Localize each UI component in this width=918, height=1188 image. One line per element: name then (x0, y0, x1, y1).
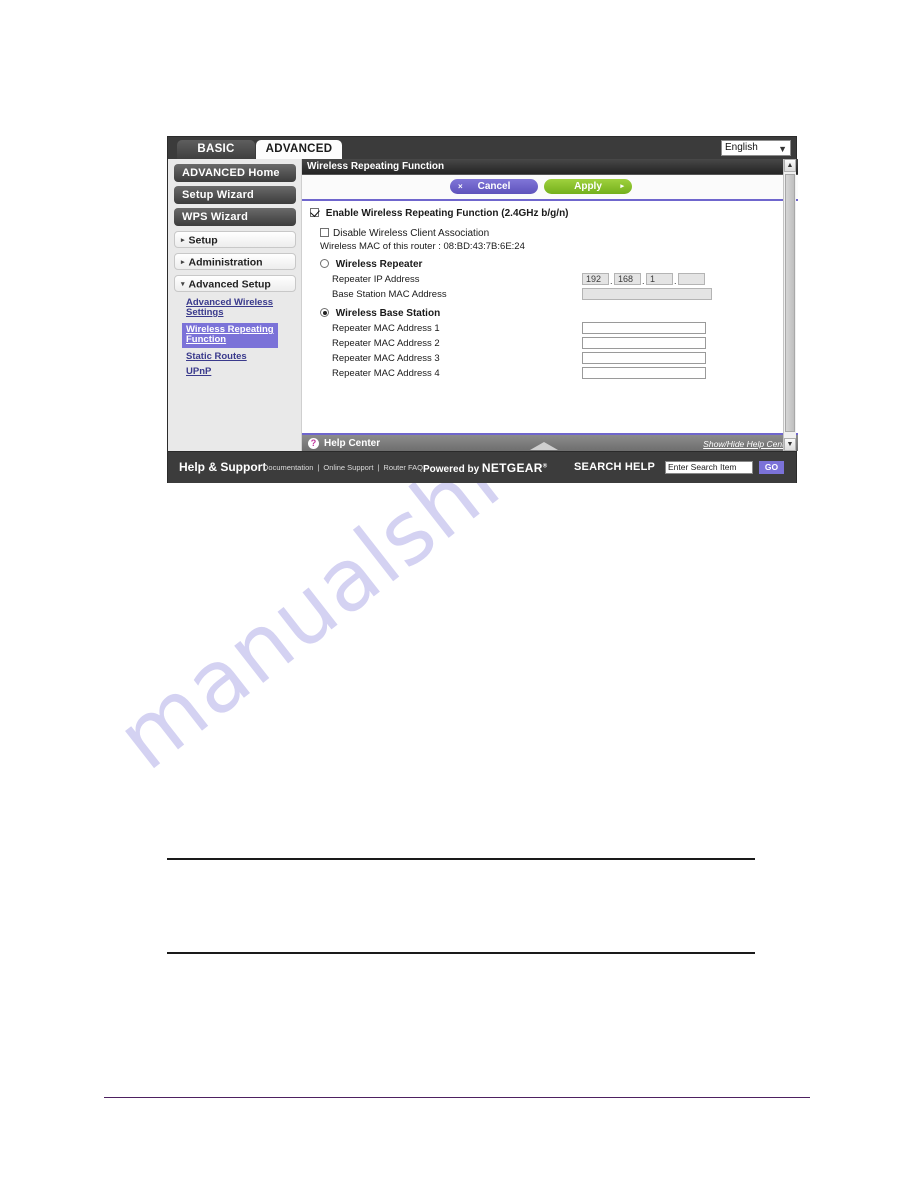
horizontal-rule-top (167, 858, 755, 860)
sidebar-group-advanced-setup-label: Advanced Setup (188, 278, 271, 291)
enable-repeating-label: Enable Wireless Repeating Function (2.4G… (325, 208, 569, 219)
base-station-mac-row: Base Station MAC Address (310, 287, 798, 302)
repeater-mac-2-input[interactable] (582, 337, 706, 349)
repeater-mac-row: Repeater MAC Address 1 (310, 321, 798, 336)
ui-body: ADVANCED Home Setup Wizard WPS Wizard ▸ S… (168, 159, 798, 451)
sidebar-subnav: Advanced Wireless Settings Wireless Repe… (168, 298, 301, 377)
arrow-right-icon: ▸ (620, 183, 624, 190)
netgear-brand: NETGEAR (481, 461, 543, 475)
repeater-mac-row: Repeater MAC Address 2 (310, 336, 798, 351)
sidebar-item-upnp[interactable]: UPnP (186, 367, 282, 377)
footer-link-router-faq[interactable]: Router FAQ (381, 463, 425, 472)
sidebar-group-administration[interactable]: ▸ Administration (174, 253, 296, 270)
wireless-repeater-label: Wireless Repeater (335, 259, 423, 270)
repeater-mac-1-label: Repeater MAC Address 1 (332, 323, 440, 334)
repeater-mac-3-input[interactable] (582, 352, 706, 364)
sidebar-group-setup-label: Setup (188, 234, 218, 247)
help-center-bar[interactable]: ? Help Center Show/Hide Help Center (302, 433, 798, 451)
search-input[interactable]: Enter Search Item (665, 461, 753, 474)
content-scrollbar[interactable]: ▲ ▼ (783, 159, 796, 451)
sidebar: ADVANCED Home Setup Wizard WPS Wizard ▸ S… (168, 159, 302, 451)
help-center-label: Help Center (324, 438, 381, 449)
question-mark-icon: ? (308, 438, 319, 449)
disable-client-row: Disable Wireless Client Association (310, 228, 798, 239)
panel-title: Wireless Repeating Function (302, 159, 798, 175)
enable-repeating-row: Enable Wireless Repeating Function (2.4G… (310, 208, 798, 219)
sidebar-item-advanced-wireless-settings[interactable]: Advanced Wireless Settings (186, 298, 282, 318)
base-station-mac-input[interactable] (582, 288, 712, 300)
language-select[interactable]: English ▼ (721, 140, 791, 156)
chevron-down-icon: ▼ (778, 144, 787, 154)
wireless-repeater-radio[interactable] (320, 259, 329, 268)
repeater-ip-octet-1[interactable]: 192 (582, 273, 609, 285)
repeater-ip-octet-4[interactable] (678, 273, 705, 285)
sidebar-group-advanced-setup[interactable]: ▾ Advanced Setup (174, 275, 296, 292)
language-select-value: English (725, 142, 758, 153)
repeater-ip-row: Repeater IP Address 192 . 168 . 1 . (310, 272, 798, 287)
wireless-repeater-row: Wireless Repeater (310, 259, 798, 270)
repeater-mac-row: Repeater MAC Address 4 (310, 366, 798, 381)
disable-client-association-label: Disable Wireless Client Association (333, 228, 490, 239)
sidebar-item-setup-wizard[interactable]: Setup Wizard (174, 186, 296, 204)
cancel-button-label: Cancel (477, 181, 511, 192)
show-hide-help-center-link[interactable]: Show/Hide Help Center (703, 439, 792, 449)
repeater-mac-2-label: Repeater MAC Address 2 (332, 338, 440, 349)
tab-advanced[interactable]: ADVANCED (256, 140, 342, 159)
sidebar-item-wps-wizard[interactable]: WPS Wizard (174, 208, 296, 226)
go-button[interactable]: GO (759, 461, 784, 474)
ui-footer: Help & Support Documentation | Online Supp… (168, 451, 796, 483)
chevron-right-icon: ▸ (181, 259, 185, 266)
page-footer-rule (104, 1097, 810, 1099)
sidebar-group-setup[interactable]: ▸ Setup (174, 231, 296, 248)
scrollbar-thumb[interactable] (785, 174, 795, 432)
scroll-up-arrow-icon[interactable]: ▲ (784, 159, 796, 172)
help-support-title: Help & Support (179, 460, 267, 474)
registered-mark: ® (542, 463, 548, 470)
repeater-mac-4-input[interactable] (582, 367, 706, 379)
chevron-up-icon[interactable] (530, 442, 558, 450)
tab-basic[interactable]: BASIC (177, 140, 255, 159)
wireless-base-station-radio[interactable] (320, 308, 329, 317)
apply-button[interactable]: Apply ▸ (544, 179, 632, 194)
chevron-right-icon: ▸ (181, 237, 185, 244)
repeater-mac-3-label: Repeater MAC Address 3 (332, 353, 440, 364)
repeater-ip-label: Repeater IP Address (332, 274, 420, 285)
footer-links: Documentation | Online Support | Router FAQ (261, 463, 425, 472)
horizontal-rule-bottom (167, 952, 755, 954)
repeater-ip-octet-3[interactable]: 1 (646, 273, 673, 285)
action-bar: × Cancel Apply ▸ (302, 175, 798, 201)
close-icon: × (458, 182, 463, 191)
enable-repeating-checkbox[interactable] (310, 208, 319, 217)
scroll-down-arrow-icon[interactable]: ▼ (784, 438, 796, 451)
top-tab-bar: BASIC ADVANCED English ▼ (168, 137, 796, 159)
sidebar-group-administration-label: Administration (188, 256, 263, 269)
repeater-ip-octet-2[interactable]: 168 (614, 273, 641, 285)
disable-client-association-checkbox[interactable] (320, 228, 329, 237)
wireless-base-station-label: Wireless Base Station (335, 308, 441, 319)
repeater-mac-1-input[interactable] (582, 322, 706, 334)
sidebar-item-advanced-home[interactable]: ADVANCED Home (174, 164, 296, 182)
footer-link-online-support[interactable]: Online Support (321, 463, 375, 472)
repeater-mac-4-label: Repeater MAC Address 4 (332, 368, 440, 379)
cancel-button[interactable]: × Cancel (450, 179, 538, 194)
search-help-label: SEARCH HELP (574, 461, 656, 473)
apply-button-label: Apply (574, 181, 602, 192)
wireless-base-station-row: Wireless Base Station (310, 308, 798, 319)
repeater-mac-row: Repeater MAC Address 3 (310, 351, 798, 366)
form-area: Enable Wireless Repeating Function (2.4G… (302, 201, 798, 397)
router-mac-text: Wireless MAC of this router : 08:BD:43:7… (320, 241, 525, 252)
footer-link-documentation[interactable]: Documentation (261, 463, 315, 472)
chevron-down-icon: ▾ (181, 281, 185, 288)
powered-by-text: Powered by (423, 464, 482, 475)
powered-by-netgear: Powered by NETGEAR® (423, 461, 547, 475)
content-panel: Wireless Repeating Function × Cancel App… (302, 159, 798, 451)
router-admin-ui: BASIC ADVANCED English ▼ ADVANCED Home S… (167, 136, 798, 483)
sidebar-item-static-routes[interactable]: Static Routes (186, 352, 282, 362)
sidebar-item-wireless-repeating-function[interactable]: Wireless Repeating Function (182, 323, 278, 348)
base-station-mac-label: Base Station MAC Address (332, 289, 447, 300)
